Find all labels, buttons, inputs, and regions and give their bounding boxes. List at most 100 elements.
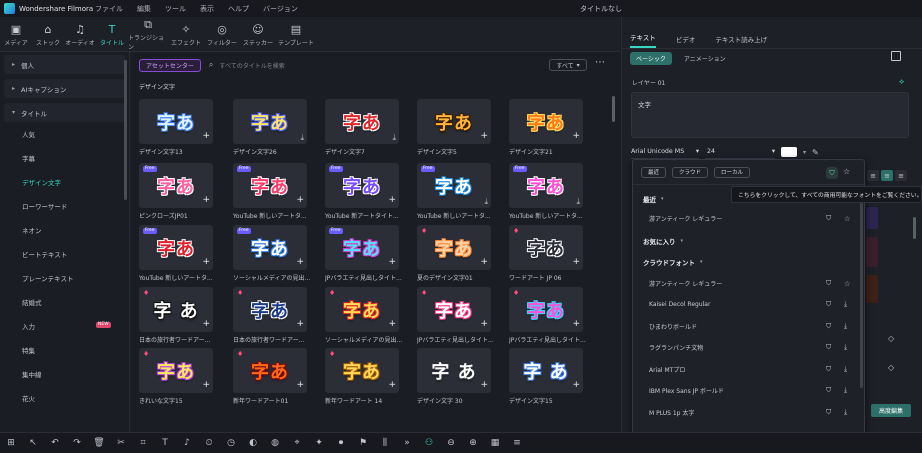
download-icon[interactable]: ⤓ <box>576 197 580 206</box>
title-template-card[interactable]: 字あ ⤓ デザイン文字7 <box>325 99 399 156</box>
template-thumbnail[interactable]: 字あ Free + <box>325 225 399 270</box>
commercial-shield-icon[interactable]: ⛉ <box>826 167 838 179</box>
template-thumbnail[interactable]: 字あ ♦ + <box>139 348 213 393</box>
record-icon[interactable]: ⏺ <box>330 433 352 453</box>
sidebar-item-design-text[interactable]: デザイン文字 <box>0 170 129 194</box>
title-template-card[interactable]: 字あ + デザイン文字13 <box>139 99 213 156</box>
title-template-card[interactable]: 字あ ♦ + きれいな文字15 <box>139 348 213 405</box>
title-template-card[interactable]: 字あ Free + ソーシャルメディアの見出... <box>233 225 310 282</box>
template-thumbnail[interactable]: 字あ Free + <box>325 163 399 208</box>
template-thumbnail[interactable]: 字あ ♦ + <box>417 287 491 332</box>
sidebar-item-neon[interactable]: ネオン <box>0 218 129 242</box>
template-thumbnail[interactable]: 字あ Free + <box>233 163 307 208</box>
template-thumbnail[interactable]: 字あ Free + <box>139 163 213 208</box>
title-template-card[interactable]: 字あ ♦ + 夏のデザイン文字01 <box>417 225 491 282</box>
favorite-star-icon[interactable]: ☆ <box>844 280 850 288</box>
audio-icon[interactable]: ♪ <box>176 433 198 453</box>
font-section-header[interactable]: お気に入り ▾ <box>633 230 858 251</box>
download-icon[interactable]: ⤓ <box>844 408 847 417</box>
settings-icon[interactable]: ≡ <box>506 433 528 453</box>
title-template-card[interactable]: 字あ ♦ + JPバラエティ見出しタイト... <box>509 287 586 344</box>
sidebar-item-fireworks[interactable]: 花火 <box>0 386 129 410</box>
font-select[interactable]: Arial Unicode MS ▾ <box>631 146 699 159</box>
template-thumbnail[interactable]: 字あ ♦ + <box>509 225 583 270</box>
sidebar-item-wedding[interactable]: 結婚式 <box>0 290 129 314</box>
sidebar-item-subtitles[interactable]: 字幕 <box>0 146 129 170</box>
download-icon[interactable]: ⤓ <box>844 300 847 309</box>
crop-icon[interactable]: ⌗ <box>132 433 154 453</box>
add-icon[interactable]: + <box>202 132 210 141</box>
keyframe-icon[interactable]: ◇ <box>888 363 894 372</box>
filter-dropdown[interactable]: すべて ▾ <box>549 59 587 71</box>
cut-icon[interactable]: ✂ <box>110 433 132 453</box>
template-thumbnail[interactable]: 字あ ♦ + <box>325 348 399 393</box>
title-template-card[interactable]: 字あ Free + YouTube 新しいアートタ... <box>233 163 307 220</box>
split-icon[interactable]: ⫼ <box>374 433 396 453</box>
add-icon[interactable]: + <box>572 258 580 267</box>
add-icon[interactable]: + <box>388 381 396 390</box>
eyedropper-icon[interactable]: ✎ <box>812 148 819 157</box>
mask-icon[interactable]: ◐ <box>242 433 264 453</box>
title-template-card[interactable]: 字あ ♦ + 新年ワードアート01 <box>233 348 307 405</box>
text-color-swatch[interactable] <box>781 147 797 157</box>
select-icon[interactable]: ↖ <box>22 433 44 453</box>
font-option[interactable]: IBM Plex Sans JP ボールド ⛉ ⤓ <box>633 380 858 401</box>
font-option[interactable]: 游アンティーク レギュラー ⛉ ☆ <box>633 273 858 294</box>
title-template-card[interactable]: 字 あ + デザイン文字 30 <box>417 348 491 405</box>
template-thumbnail[interactable]: 字あ ♦ + <box>233 287 307 332</box>
keyframe-icon[interactable]: ◇ <box>888 334 894 343</box>
add-icon[interactable]: + <box>480 320 488 329</box>
tool-effect[interactable]: ✧ エフェクト <box>168 17 204 52</box>
snap-icon[interactable]: ⚇ <box>418 433 440 453</box>
template-thumbnail[interactable]: 字あ ♦ + <box>509 287 583 332</box>
menu-version[interactable]: バージョン <box>263 4 298 14</box>
color-icon[interactable]: ◍ <box>264 433 286 453</box>
add-icon[interactable]: + <box>572 132 580 141</box>
title-template-card[interactable]: 字あ ⤓ デザイン文字26 <box>233 99 307 156</box>
title-template-card[interactable]: 字あ ♦ + 新年ワードアート 14 <box>325 348 399 405</box>
add-icon[interactable]: + <box>202 196 210 205</box>
menu-edit[interactable]: 編集 <box>137 4 151 14</box>
template-thumbnail[interactable]: 字あ ⤓ <box>233 99 307 144</box>
tool-sticker[interactable]: ☺ ステッカー <box>240 17 276 52</box>
menu-view[interactable]: 表示 <box>200 4 214 14</box>
download-icon[interactable]: ⤓ <box>484 197 488 206</box>
font-list-scrollbar[interactable] <box>860 188 863 388</box>
title-template-card[interactable]: 字あ Free + YouTube 新アートタイト... <box>325 163 399 220</box>
font-option[interactable]: 游アンティーク レギュラー ⛉ ☆ <box>633 208 858 229</box>
align-left-icon[interactable]: ≡ <box>867 170 879 181</box>
sidebar-item-popular[interactable]: 人気 <box>0 122 129 146</box>
download-icon[interactable]: ⤓ <box>392 133 396 142</box>
add-icon[interactable]: + <box>202 320 210 329</box>
redo-icon[interactable]: ↷ <box>66 433 88 453</box>
sidebar-group-ai-caption[interactable]: ▸ AIキャプション <box>4 79 125 98</box>
align-right-icon[interactable]: ≡ <box>895 170 907 181</box>
title-template-card[interactable]: 字あ Free + ピンクローズJP01 <box>139 163 213 220</box>
save-preset-icon[interactable] <box>891 51 901 61</box>
layout-icon[interactable]: ▦ <box>484 433 506 453</box>
text-icon[interactable]: T <box>154 433 176 453</box>
ai-icon[interactable]: ⟡ <box>899 77 904 87</box>
menu-file[interactable]: ファイル <box>95 4 123 14</box>
tab-text-to-speech[interactable]: テキスト読み上げ <box>715 34 767 48</box>
font-size-select[interactable]: 24 ▾ <box>705 146 775 159</box>
tool-template[interactable]: ▤ テンプレート <box>276 17 316 52</box>
tool-media[interactable]: ▣ メディア <box>0 17 32 52</box>
title-template-card[interactable]: 字あ ♦ + ソーシャルメディアの見出... <box>325 287 402 344</box>
tab-video[interactable]: ビデオ <box>676 34 696 48</box>
sidebar-item-lower-third[interactable]: ローワーサード <box>0 194 129 218</box>
download-icon[interactable]: ⤓ <box>844 386 847 395</box>
add-icon[interactable]: + <box>572 320 580 329</box>
delete-icon[interactable]: 🗑 <box>88 433 110 453</box>
title-template-card[interactable]: 字あ Free ⤓ YouTube 新しいアートタ... <box>509 163 583 220</box>
add-icon[interactable]: + <box>480 258 488 267</box>
zoom-in-icon[interactable]: ⊕ <box>462 433 484 453</box>
add-icon[interactable]: + <box>296 320 304 329</box>
font-option[interactable]: ラグランパンチ文物 ⛉ ⤓ <box>633 337 858 358</box>
template-thumbnail[interactable]: 字あ ♦ + <box>417 225 491 270</box>
font-option[interactable]: ひまわりボールド ⛉ ⤓ <box>633 316 858 337</box>
sidebar-item-plain-text[interactable]: プレーンテキスト <box>0 266 129 290</box>
title-template-card[interactable]: 字あ ♦ + ワードアート JP 06 <box>509 225 583 282</box>
tool-transition[interactable]: ⧉ トランジション <box>128 17 168 52</box>
template-thumbnail[interactable]: 字あ Free ⤓ <box>417 163 491 208</box>
